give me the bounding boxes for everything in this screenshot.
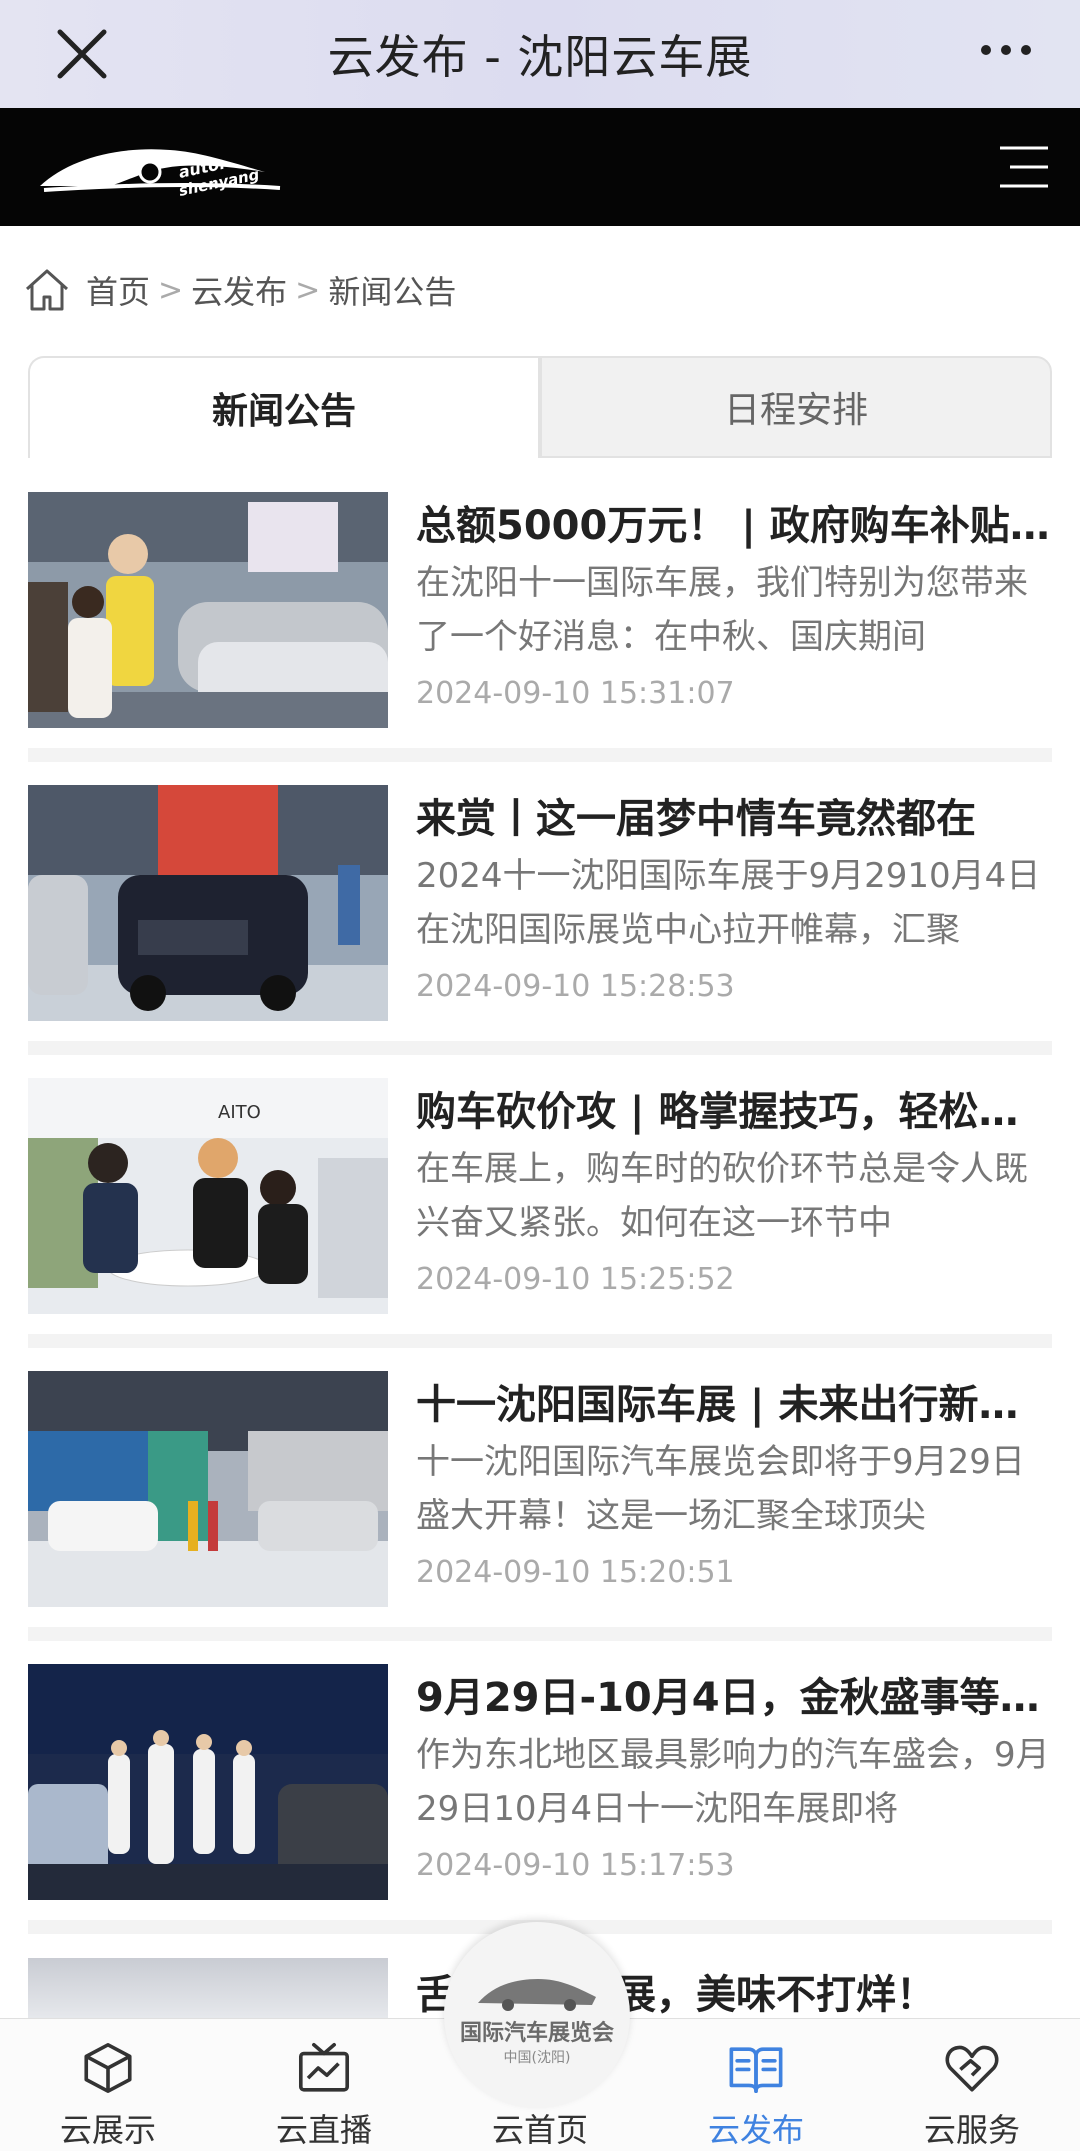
news-summary: 2024十一沈阳国际车展于9月2910月4日在沈阳国际展览中心拉开帷幕，汇聚 bbox=[416, 856, 1041, 950]
news-summary: 在沈阳十一国际车展，我们特别为您带来了一个好消息：在中秋、国庆期间 bbox=[416, 563, 1028, 657]
cube-icon bbox=[84, 2042, 132, 2094]
breadcrumb: 首页 > 云发布 > 新闻公告 bbox=[22, 262, 456, 318]
tv-icon bbox=[298, 2042, 350, 2092]
news-summary: 作为东北地区最具影响力的汽车盛会，9月29日10月4日十一沈阳车展即将 bbox=[416, 1735, 1050, 1829]
news-thumbnail[interactable] bbox=[28, 1958, 388, 2018]
news-thumbnail[interactable] bbox=[28, 1371, 388, 1607]
news-item[interactable]: AITO 购车砍价攻 | 略掌握技巧，轻松购车 在车展上，购车时的砍价环节总是令… bbox=[28, 1078, 1056, 1371]
news-text: 9月29日-10月4日，金秋盛事等你来 作为东北地区最具影响力的汽车盛会，9月2… bbox=[416, 1670, 1056, 1886]
breadcrumb-home[interactable]: 首页 bbox=[86, 267, 150, 313]
breadcrumb-current: 新闻公告 bbox=[328, 273, 457, 311]
nav-label: 云发布 bbox=[707, 2111, 804, 2149]
news-thumbnail[interactable] bbox=[28, 1664, 388, 1900]
news-title[interactable]: 购车砍价攻 | 略掌握技巧，轻松购车 bbox=[416, 1084, 1056, 1140]
nav-label: 云首页 bbox=[491, 2111, 588, 2149]
news-item[interactable]: 来赏丨这一届梦中情车竟然都在 2024十一沈阳国际车展于9月2910月4日在沈阳… bbox=[28, 785, 1052, 1078]
center-home-badge[interactable]: 国际汽车展览会 中国(沈阳) bbox=[444, 1922, 630, 2108]
news-date: 2024-09-10 15:31:07 bbox=[416, 676, 735, 711]
news-title[interactable]: 总额5000万元！ | 政府购车补贴来了 bbox=[416, 498, 1056, 554]
nav-label: 云展示 bbox=[59, 2111, 156, 2149]
news-summary: 在车展上，购车时的砍价环节总是令人既兴奋又紧张。如何在这一环节中 bbox=[416, 1149, 1028, 1243]
news-title[interactable]: 9月29日-10月4日，金秋盛事等你来 bbox=[416, 1670, 1056, 1726]
window-title: 云发布 - 沈阳云车展 bbox=[327, 30, 753, 84]
nav-item-cloud-release[interactable]: 云发布 bbox=[648, 2019, 864, 2151]
breadcrumb-separator: > bbox=[158, 272, 184, 308]
hamburger-menu-icon[interactable] bbox=[998, 144, 1050, 190]
divider bbox=[28, 748, 1052, 762]
news-thumbnail[interactable] bbox=[28, 785, 388, 1021]
nav-label: 云服务 bbox=[923, 2111, 1020, 2149]
news-thumbnail[interactable]: AITO bbox=[28, 1078, 388, 1314]
news-title[interactable]: 十一沈阳国际车展 | 未来出行新体验 bbox=[416, 1377, 1056, 1433]
news-list: 总额5000万元！ | 政府购车补贴来了 在沈阳十一国际车展，我们特别为您带来了… bbox=[28, 492, 1056, 1957]
breadcrumb-cloud-release[interactable]: 云发布 bbox=[191, 267, 287, 313]
tab-news[interactable]: 新闻公告 bbox=[28, 356, 540, 458]
news-date: 2024-09-10 15:28:53 bbox=[416, 969, 735, 1004]
nav-item-cloud-service[interactable]: 云服务 bbox=[864, 2019, 1080, 2151]
badge-title: 国际汽车展览会 bbox=[459, 2021, 614, 2046]
news-title[interactable]: 来赏丨这一届梦中情车竟然都在 bbox=[416, 791, 1056, 847]
news-date: 2024-09-10 15:20:51 bbox=[416, 1555, 735, 1590]
home-icon[interactable] bbox=[22, 265, 72, 315]
site-header: auto. shenyang bbox=[0, 108, 1080, 226]
news-text: 购车砍价攻 | 略掌握技巧，轻松购车 在车展上，购车时的砍价环节总是令人既兴奋又… bbox=[416, 1084, 1056, 1300]
divider bbox=[28, 1334, 1052, 1348]
more-options-icon[interactable] bbox=[976, 30, 1036, 70]
svg-text:AITO: AITO bbox=[218, 1102, 261, 1123]
breadcrumb-separator: > bbox=[295, 272, 321, 308]
news-text: 来赏丨这一届梦中情车竟然都在 2024十一沈阳国际车展于9月2910月4日在沈阳… bbox=[416, 791, 1056, 1007]
badge-subtitle: 中国(沈阳) bbox=[503, 2050, 571, 2066]
close-icon[interactable] bbox=[52, 24, 112, 84]
news-item[interactable]: 9月29日-10月4日，金秋盛事等你来 作为东北地区最具影响力的汽车盛会，9月2… bbox=[28, 1664, 1056, 1957]
nav-item-cloud-live[interactable]: 云直播 bbox=[216, 2019, 432, 2151]
heart-handshake-icon bbox=[945, 2045, 999, 2092]
nav-label: 云直播 bbox=[275, 2111, 372, 2149]
news-text: 总额5000万元！ | 政府购车补贴来了 在沈阳十一国际车展，我们特别为您带来了… bbox=[416, 498, 1056, 714]
divider bbox=[28, 1041, 1052, 1055]
content-tabs: 新闻公告 日程安排 bbox=[28, 356, 1052, 458]
news-date: 2024-09-10 15:17:53 bbox=[416, 1848, 735, 1883]
news-item[interactable]: 十一沈阳国际车展 | 未来出行新体验 十一沈阳国际汽车展览会即将于9月29日盛大… bbox=[28, 1371, 1056, 1664]
news-thumbnail[interactable] bbox=[28, 492, 388, 728]
car-silhouette-icon bbox=[478, 1979, 596, 2011]
news-summary: 十一沈阳国际汽车展览会即将于9月29日盛大开幕！这是一场汇聚全球顶尖 bbox=[416, 1442, 1025, 1536]
divider bbox=[28, 1627, 1052, 1641]
nav-item-cloud-display[interactable]: 云展示 bbox=[0, 2019, 216, 2151]
tab-schedule[interactable]: 日程安排 bbox=[540, 356, 1052, 458]
book-icon bbox=[729, 2047, 783, 2094]
news-date: 2024-09-10 15:25:52 bbox=[416, 1262, 735, 1297]
window-titlebar: 云发布 - 沈阳云车展 bbox=[0, 0, 1080, 108]
news-text: 十一沈阳国际车展 | 未来出行新体验 十一沈阳国际汽车展览会即将于9月29日盛大… bbox=[416, 1377, 1056, 1593]
news-item[interactable]: 总额5000万元！ | 政府购车补贴来了 在沈阳十一国际车展，我们特别为您带来了… bbox=[28, 492, 1056, 785]
auto-shenyang-logo[interactable]: auto. shenyang bbox=[30, 128, 290, 208]
